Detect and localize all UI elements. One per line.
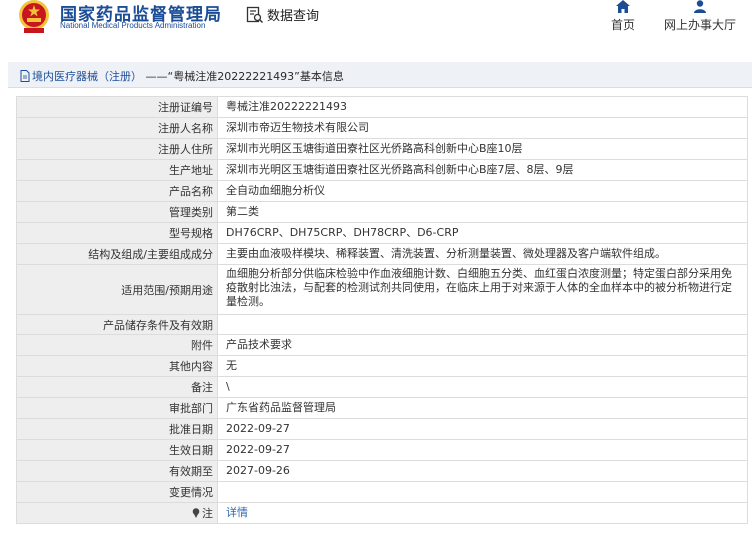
field-value: 2027-09-26 xyxy=(218,461,748,481)
field-label: 审批部门 xyxy=(17,398,218,418)
document-icon xyxy=(20,70,30,82)
table-row: 适用范围/预期用途 血细胞分析部分供临床检验中作血液细胞计数、白细胞五分类、血红… xyxy=(17,265,748,315)
brand-subtitle: National Medical Products Administration xyxy=(60,21,206,30)
table-row: 注册人名称 深圳市帝迈生物技术有限公司 xyxy=(17,118,748,139)
field-value: 2022-09-27 xyxy=(218,419,748,439)
note-label: 注 xyxy=(17,503,218,523)
breadcrumb-title: “粤械注准20222221493”基本信息 xyxy=(167,70,344,83)
field-label: 备注 xyxy=(17,377,218,397)
field-value: 粤械注准20222221493 xyxy=(218,97,748,117)
breadcrumb-bar: 境内医疗器械（注册） —— “粤械注准20222221493”基本信息 xyxy=(8,62,752,88)
breadcrumb-section-link[interactable]: 境内医疗器械（注册） xyxy=(32,68,142,84)
field-label: 其他内容 xyxy=(17,356,218,376)
field-value: 第二类 xyxy=(218,202,748,222)
table-row: 审批部门 广东省药品监督管理局 xyxy=(17,398,748,419)
nav-online-office-label: 网上办事大厅 xyxy=(663,18,736,32)
table-row: 批准日期 2022-09-27 xyxy=(17,419,748,440)
field-value xyxy=(218,315,748,334)
pin-icon xyxy=(192,508,200,518)
details-link[interactable]: 详情 xyxy=(226,506,248,520)
field-value: 广东省药品监督管理局 xyxy=(218,398,748,418)
nav-home-label: 首页 xyxy=(610,18,635,32)
field-label: 注册人住所 xyxy=(17,139,218,159)
table-row: 结构及组成/主要组成成分 主要由血液吸样模块、稀释装置、清洗装置、分析测量装置、… xyxy=(17,244,748,265)
field-label: 生产地址 xyxy=(17,160,218,180)
table-row: 附件 产品技术要求 xyxy=(17,335,748,356)
home-icon xyxy=(616,0,630,13)
field-label: 附件 xyxy=(17,335,218,355)
site-header: 国家药品监督管理局 National Medical Products Admi… xyxy=(0,0,752,50)
field-label: 产品储存条件及有效期 xyxy=(17,315,218,334)
field-value xyxy=(218,482,748,502)
field-label: 变更情况 xyxy=(17,482,218,502)
table-row: 管理类别 第二类 xyxy=(17,202,748,223)
table-row: 注册证编号 粤械注准20222221493 xyxy=(17,97,748,118)
field-label: 有效期至 xyxy=(17,461,218,481)
table-row: 其他内容 无 xyxy=(17,356,748,377)
field-value: 深圳市光明区玉塘街道田寮社区光侨路高科创新中心B座10层 xyxy=(218,139,748,159)
table-row: 型号规格 DH76CRP、DH75CRP、DH78CRP、D6-CRP xyxy=(17,223,748,244)
person-icon xyxy=(694,0,706,13)
table-row: 生效日期 2022-09-27 xyxy=(17,440,748,461)
table-row: 生产地址 深圳市光明区玉塘街道田寮社区光侨路高科创新中心B座7层、8层、9层 xyxy=(17,160,748,181)
breadcrumb-separator-dash: —— xyxy=(145,69,168,83)
table-row: 产品名称 全自动血细胞分析仪 xyxy=(17,181,748,202)
field-value: 主要由血液吸样模块、稀释装置、清洗装置、分析测量装置、微处理器及客户端软件组成。 xyxy=(218,244,748,264)
breadcrumb: 境内医疗器械（注册） —— “粤械注准20222221493”基本信息 xyxy=(20,68,344,84)
field-value: 详情 xyxy=(218,503,748,523)
registration-info-table: 注册证编号 粤械注准20222221493 注册人名称 深圳市帝迈生物技术有限公… xyxy=(16,96,748,524)
table-row: 注册人住所 深圳市光明区玉塘街道田寮社区光侨路高科创新中心B座10层 xyxy=(17,139,748,160)
data-query-label: 数据查询 xyxy=(267,9,320,24)
table-row: 变更情况 xyxy=(17,482,748,503)
field-label: 注册人名称 xyxy=(17,118,218,138)
table-row: 产品储存条件及有效期 xyxy=(17,315,748,335)
field-label: 产品名称 xyxy=(17,181,218,201)
field-label: 管理类别 xyxy=(17,202,218,222)
nav-online-office[interactable]: 网上办事大厅 xyxy=(657,0,743,33)
field-value: 2022-09-27 xyxy=(218,440,748,460)
nav-home[interactable]: 首页 xyxy=(606,0,640,33)
national-emblem-icon xyxy=(19,0,49,33)
table-row: 有效期至 2027-09-26 xyxy=(17,461,748,482)
field-value: 深圳市帝迈生物技术有限公司 xyxy=(218,118,748,138)
field-value: 深圳市光明区玉塘街道田寮社区光侨路高科创新中心B座7层、8层、9层 xyxy=(218,160,748,180)
field-label: 结构及组成/主要组成成分 xyxy=(17,244,218,264)
table-row: 备注 \ xyxy=(17,377,748,398)
field-value: 全自动血细胞分析仪 xyxy=(218,181,748,201)
field-value: DH76CRP、DH75CRP、DH78CRP、D6-CRP xyxy=(218,223,748,243)
field-label: 生效日期 xyxy=(17,440,218,460)
data-query-link[interactable]: 数据查询 xyxy=(246,5,319,24)
field-label: 适用范围/预期用途 xyxy=(17,265,218,314)
search-document-icon xyxy=(246,6,264,23)
field-value: 无 xyxy=(218,356,748,376)
field-label: 批准日期 xyxy=(17,419,218,439)
note-label-text: 注 xyxy=(202,507,213,520)
field-value: \ xyxy=(218,377,748,397)
field-value: 产品技术要求 xyxy=(218,335,748,355)
field-value: 血细胞分析部分供临床检验中作血液细胞计数、白细胞五分类、血红蛋白浓度测量；特定蛋… xyxy=(218,265,748,314)
table-row: 注 详情 xyxy=(17,503,748,524)
field-label: 注册证编号 xyxy=(17,97,218,117)
field-label: 型号规格 xyxy=(17,223,218,243)
